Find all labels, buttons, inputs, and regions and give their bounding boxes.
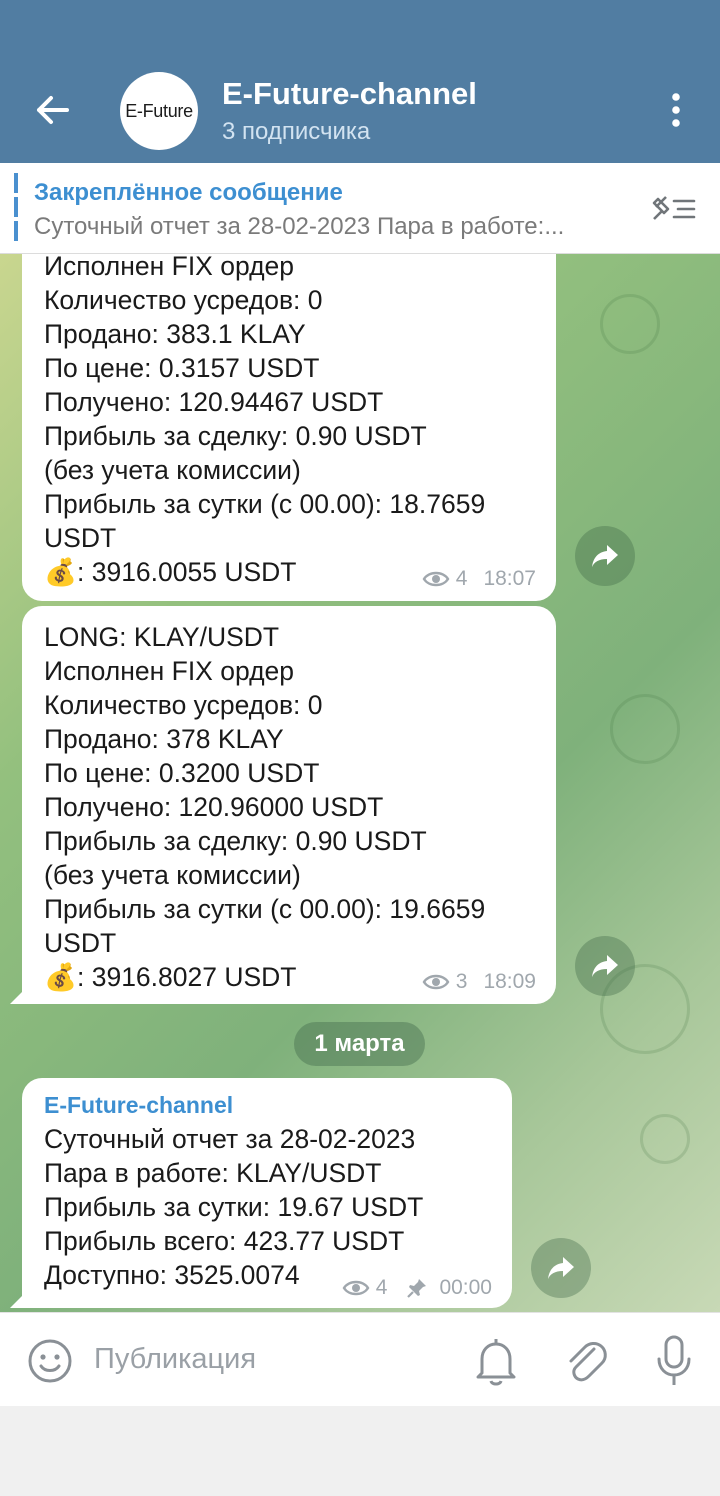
attach-button[interactable] [562,1335,610,1387]
message-line: Получено: 120.96000 USDT [44,792,384,822]
message-line: USDT [44,928,117,958]
message-line: Исполнен FIX ордер [44,254,295,281]
more-vert-icon [672,93,680,127]
bell-icon [476,1339,516,1386]
pinned-title: Закреплённое сообщение [34,179,343,206]
date-separator: 1 марта [294,1022,425,1066]
view-count: 4 [375,1276,388,1299]
pinned-list-button[interactable] [644,186,700,232]
emoji-icon [28,1339,72,1383]
avatar-text: E-Future [125,100,193,121]
background-doodle [600,294,660,354]
forward-icon [592,545,618,567]
message-meta: 4 00:00 [342,1276,492,1300]
paperclip-icon [569,1342,607,1382]
message-line: Суточный отчет за 28-02-2023 [44,1124,416,1154]
message-meta: 4 18:07 [422,567,536,591]
channel-title[interactable]: E-Future-channel [222,76,477,112]
chat-area[interactable]: Исполнен FIX ордер Количество усредов: 0… [0,254,720,1312]
message-line: (без учета комиссии) [44,860,301,890]
pinned-message-bar[interactable]: Закреплённое сообщение Суточный отчет за… [0,163,720,254]
message-time: 18:07 [483,567,536,590]
message-line: Пара в работе: KLAY/USDT [44,1158,382,1188]
chat-header: E-Future E-Future-channel 3 подписчика [0,0,720,163]
message-meta: 3 18:09 [422,970,536,994]
voice-record-button[interactable] [652,1333,696,1389]
message-bubble[interactable]: E-Future-channel Суточный отчет за 28-02… [22,1078,512,1308]
message-time: 00:00 [439,1276,492,1299]
message-line: Продано: 383.1 KLAY [44,319,306,349]
composer-bar: Публикация [0,1312,720,1406]
message-line: Исполнен FIX ордер [44,656,295,686]
eye-icon [422,974,450,990]
message-line: Получено: 120.94467 USDT [44,387,384,417]
message-line: Количество усредов: 0 [44,690,323,720]
message-line: LONG: KLAY/USDT [44,622,280,652]
pinned-indicator [14,173,18,243]
forward-button[interactable] [531,1238,591,1298]
system-nav-area [0,1406,720,1496]
subscriber-count: 3 подписчика [222,118,371,145]
message-line: Прибыль всего: 423.77 USDT [44,1226,405,1256]
message-bubble[interactable]: LONG: KLAY/USDT Исполнен FIX ордер Колич… [22,606,556,1004]
message-line: Количество усредов: 0 [44,285,323,315]
message-line: Прибыль за сутки (с 00.00): 19.6659 [44,894,486,924]
forward-button[interactable] [575,936,635,996]
view-count: 4 [455,567,468,590]
back-button[interactable] [28,88,76,132]
eye-icon [342,1280,370,1296]
sender-name[interactable]: E-Future-channel [44,1090,490,1120]
microphone-icon [657,1335,691,1385]
forward-button[interactable] [575,526,635,586]
message-input[interactable]: Публикация [94,1343,256,1376]
mute-button[interactable] [474,1335,518,1387]
message-line: По цене: 0.3157 USDT [44,353,320,383]
back-arrow-icon [37,96,69,124]
message-line: USDT [44,523,117,553]
forward-icon [592,955,618,977]
eye-icon [422,571,450,587]
message-line: (без учета комиссии) [44,455,301,485]
more-options-button[interactable] [658,88,694,132]
background-doodle [610,694,680,764]
message-line: Прибыль за сделку: 0.90 USDT [44,826,427,856]
emoji-button[interactable] [26,1337,74,1385]
pinned-text: Суточный отчет за 28-02-2023 Пара в рабо… [34,213,565,240]
view-count: 3 [455,970,468,993]
channel-avatar[interactable]: E-Future [120,72,198,150]
pin-icon [407,1279,427,1298]
message-time: 18:09 [483,970,536,993]
message-line: Прибыль за сделку: 0.90 USDT [44,421,427,451]
message-line: По цене: 0.3200 USDT [44,758,320,788]
message-line: Продано: 378 KLAY [44,724,284,754]
message-line: Прибыль за сутки: 19.67 USDT [44,1192,424,1222]
pinned-list-icon [652,196,696,220]
message-bubble[interactable]: Исполнен FIX ордер Количество усредов: 0… [22,254,556,601]
background-doodle [640,1114,690,1164]
message-line: Прибыль за сутки (с 00.00): 18.7659 [44,489,486,519]
forward-icon [548,1257,574,1279]
